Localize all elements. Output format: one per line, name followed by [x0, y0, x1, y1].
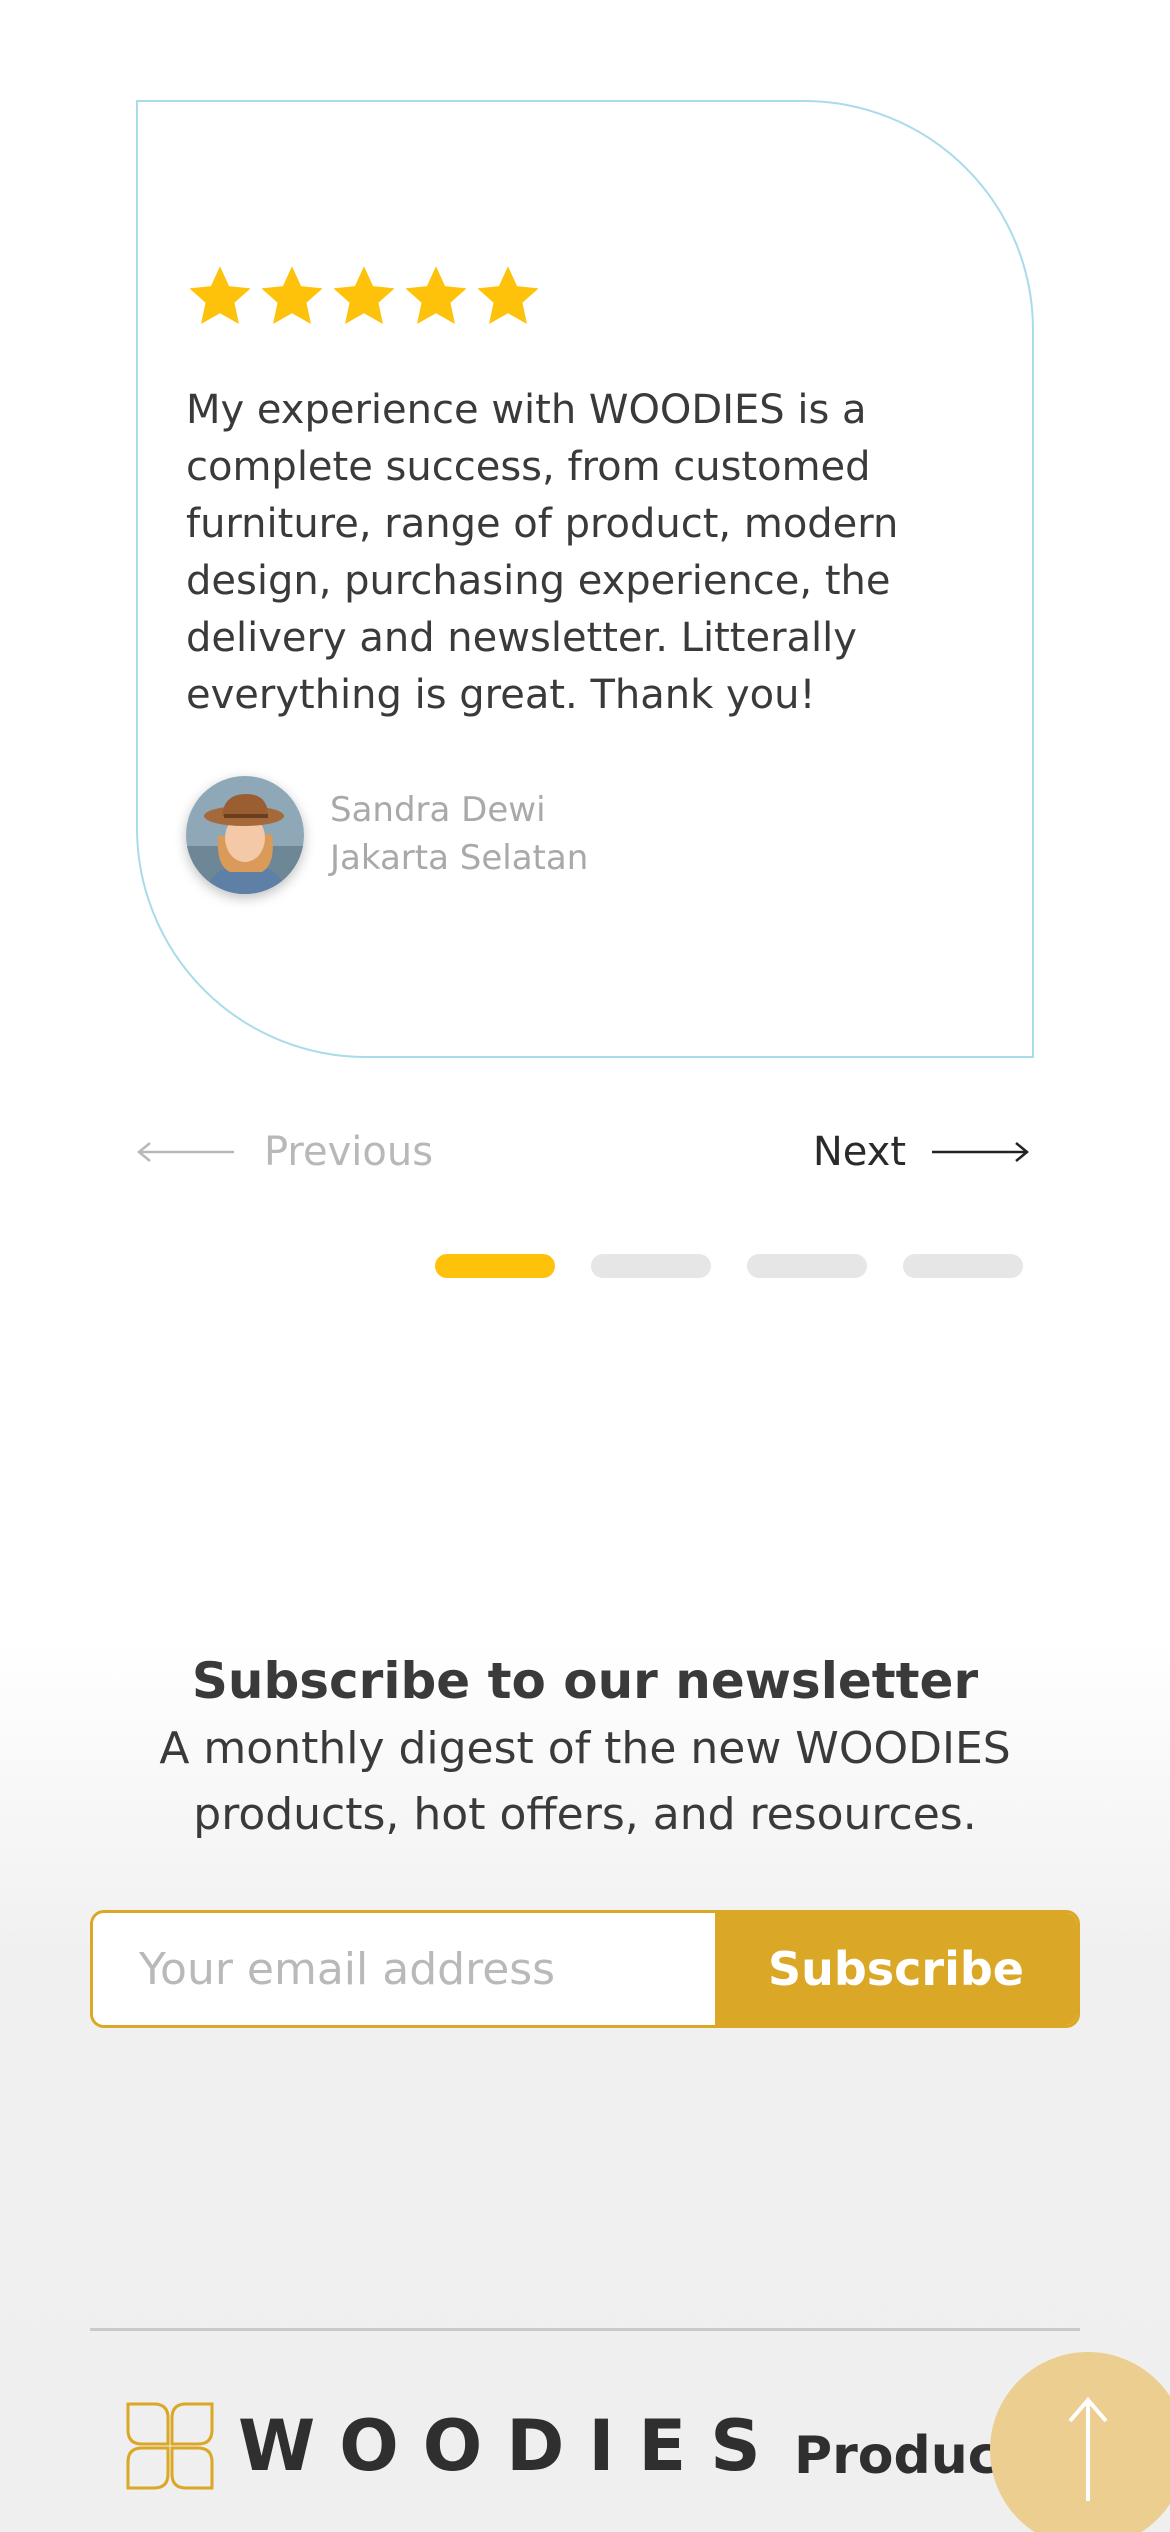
star-icon [333, 266, 395, 325]
brand-name[interactable]: WOODIES [238, 2400, 785, 2492]
arrow-right-icon [932, 1142, 1029, 1162]
previous-label: Previous [264, 1129, 434, 1175]
rating-stars [186, 262, 542, 330]
subscribe-button[interactable]: Subscribe [715, 1913, 1077, 2025]
footer-heading-product: Product [794, 2426, 1024, 2486]
next-button[interactable]: Next [813, 1122, 1030, 1182]
woodies-logo-icon [126, 2402, 214, 2490]
pagination-dot[interactable] [591, 1254, 711, 1278]
newsletter-form: Subscribe [90, 1910, 1080, 2028]
author-location: Jakarta Selatan [330, 838, 589, 878]
next-label: Next [812, 1129, 906, 1175]
footer-divider [90, 2328, 1080, 2331]
star-icon [477, 266, 539, 325]
avatar-photo [186, 776, 304, 894]
scroll-to-top-button[interactable] [990, 2352, 1170, 2532]
pagination-dot[interactable] [903, 1254, 1023, 1278]
arrow-up-icon [1068, 2396, 1108, 2501]
newsletter-description: A monthly digest of the new WOODIES prod… [159, 1723, 1011, 1840]
star-icon [405, 266, 467, 325]
testimonial-author: Sandra Dewi Jakarta Selatan [330, 786, 588, 882]
newsletter-title: Subscribe to our newsletter [191, 1652, 979, 1710]
avatar [186, 776, 304, 894]
star-icon [261, 266, 323, 325]
author-name: Sandra Dewi [330, 790, 546, 830]
pagination-dot[interactable] [747, 1254, 867, 1278]
star-icon [189, 266, 251, 325]
previous-button[interactable]: Previous [136, 1122, 433, 1182]
testimonial-quote: My experience with WOODIES is a complete… [186, 387, 899, 718]
email-field[interactable] [93, 1913, 715, 2025]
pagination-dot[interactable] [435, 1254, 555, 1278]
arrow-left-icon [137, 1142, 234, 1162]
carousel-pagination [435, 1254, 1023, 1278]
